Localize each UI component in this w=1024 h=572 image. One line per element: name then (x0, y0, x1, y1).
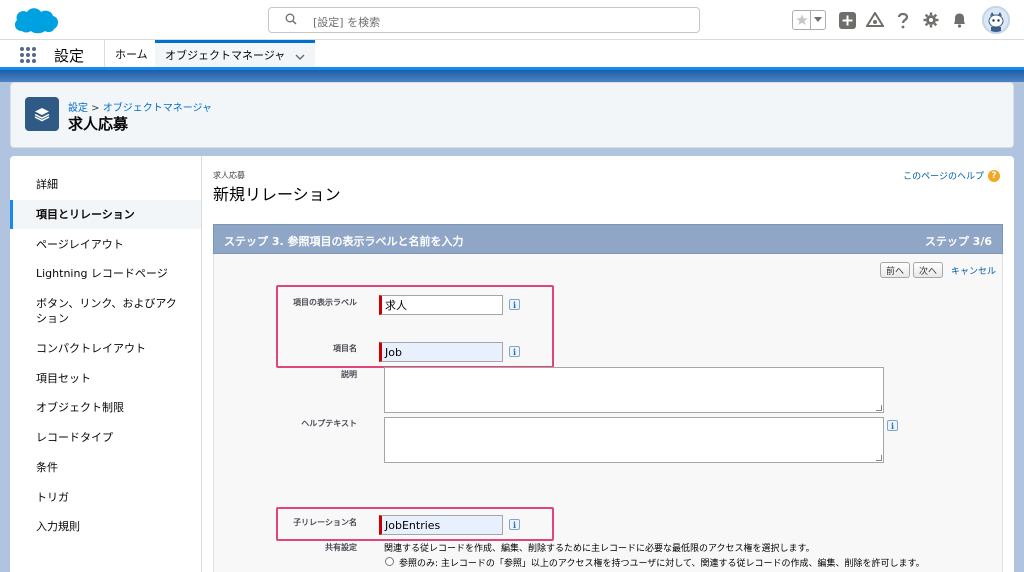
salesforce-logo[interactable] (12, 5, 60, 35)
help-text-textarea[interactable] (384, 417, 884, 463)
app-launcher-icon[interactable] (20, 47, 36, 63)
object-label: 求人応募 (213, 171, 245, 180)
add-icon[interactable] (836, 9, 858, 31)
description-label: 説明 (341, 370, 357, 379)
global-search[interactable]: [設定] を検索 (268, 7, 700, 33)
sidebar-item-label: Lightning レコードページ (36, 267, 168, 281)
header-band (0, 70, 1024, 82)
sidebar-item-label: ページレイアウト (36, 237, 124, 251)
sidebar-item-label: コンパクトレイアウト (36, 342, 146, 356)
sidebar-item-fields-relationships[interactable]: 項目とリレーション (10, 199, 201, 230)
sidebar-item-validation-rules[interactable]: 入力規則 (10, 512, 201, 542)
search-placeholder: [設定] を検索 (313, 16, 381, 29)
help-link-label: このページのヘルプ (903, 172, 984, 182)
sidebar-item-label: 詳細 (36, 178, 58, 192)
header-actions (792, 6, 1010, 34)
step-count: ステップ 3/6 (924, 235, 992, 248)
step-title: ステップ 3. 参照項目の表示ラベルと名前を入力 (224, 235, 464, 248)
sharing-option-read-only: 参照のみ: 主レコードの「参照」以上のアクセス権を持つユーザに対して、関連する従… (399, 559, 925, 569)
sidebar-item-label: レコードタイプ (36, 431, 113, 445)
star-icon[interactable] (793, 11, 811, 29)
prev-button[interactable]: 前へ (880, 262, 911, 278)
content-panel: 求人応募 新規リレーション このページのヘルプ ? ステップ 3. 参照項目の表… (203, 156, 1014, 572)
sidebar-item-object-limits[interactable]: オブジェクト制限 (10, 393, 201, 423)
sidebar-item-label: オブジェクト制限 (36, 401, 124, 415)
next-button[interactable]: 次へ (913, 262, 944, 278)
question-icon: ? (988, 169, 1000, 182)
sidebar-item-details[interactable]: 詳細 (10, 170, 201, 200)
chevron-down-icon[interactable] (811, 11, 825, 29)
tab-home[interactable]: ホーム (104, 40, 158, 67)
sidebar-item-label: 入力規則 (36, 520, 80, 534)
sidebar: 詳細 項目とリレーション ページレイアウト Lightning レコードページ … (10, 156, 202, 572)
avatar[interactable] (982, 6, 1010, 34)
sidebar-item-triggers[interactable]: トリガ (10, 482, 201, 512)
app-name: 設定 (54, 47, 85, 65)
help-icon[interactable] (892, 9, 914, 31)
sidebar-item-conditions[interactable]: 条件 (10, 453, 201, 483)
layers-icon (25, 97, 59, 131)
search-icon (285, 13, 297, 28)
tab-home-label: ホーム (115, 47, 148, 61)
sidebar-item-label: 項目セット (36, 371, 91, 385)
app-nav-bar: 設定 ホーム オブジェクトマネージャ (0, 40, 1024, 70)
sidebar-item-record-types[interactable]: レコードタイプ (10, 423, 201, 453)
sidebar-item-lightning-record-pages[interactable]: Lightning レコードページ (10, 259, 201, 289)
description-textarea[interactable] (384, 367, 884, 413)
sidebar-item-compact-layouts[interactable]: コンパクトレイアウト (10, 334, 201, 364)
global-header: [設定] を検索 (0, 0, 1024, 40)
sidebar-item-page-layouts[interactable]: ページレイアウト (10, 229, 201, 259)
sidebar-item-label: トリガ (36, 490, 69, 504)
gear-icon[interactable] (920, 9, 942, 31)
sidebar-item-label: ボタン、リンク、およびアクション (36, 297, 177, 326)
tab-object-manager[interactable]: オブジェクトマネージャ (155, 40, 316, 67)
wizard-title: 新規リレーション (213, 185, 341, 204)
highlight-box (276, 507, 554, 541)
sidebar-item-field-sets[interactable]: 項目セット (10, 363, 201, 393)
sharing-setting-label: 共有設定 (325, 543, 357, 552)
sidebar-item-buttons-links-actions[interactable]: ボタン、リンク、およびアクション (10, 289, 201, 334)
sidebar-item-label: 項目とリレーション (36, 208, 135, 222)
page-header: 設定 > オブジェクトマネージャ 求人応募 (10, 82, 1014, 148)
main-card: 詳細 項目とリレーション ページレイアウト Lightning レコードページ … (10, 156, 1014, 572)
tab-object-manager-label: オブジェクトマネージャ (165, 49, 286, 62)
breadcrumb: 設定 > オブジェクトマネージャ (68, 99, 212, 114)
bell-icon[interactable] (948, 9, 970, 31)
help-text-label: ヘルプテキスト (301, 419, 357, 428)
sidebar-item-label: 条件 (36, 460, 58, 474)
highlight-box (276, 285, 554, 368)
favorites-control[interactable] (792, 10, 826, 30)
page-title: 求人応募 (68, 115, 129, 133)
sharing-description: 関連する従レコードを作成、編集、削除するために主レコードに必要な最低限のアクセス… (384, 544, 815, 554)
cancel-link[interactable]: キャンセル (951, 264, 996, 277)
step-header: ステップ 3. 参照項目の表示ラベルと名前を入力 ステップ 3/6 (213, 224, 1003, 254)
help-link[interactable]: このページのヘルプ ? (903, 169, 1000, 182)
sharing-radio-read-only[interactable] (385, 557, 394, 566)
trailhead-icon[interactable] (864, 9, 886, 31)
info-icon[interactable]: i (887, 420, 898, 431)
chevron-down-icon[interactable] (295, 51, 305, 64)
